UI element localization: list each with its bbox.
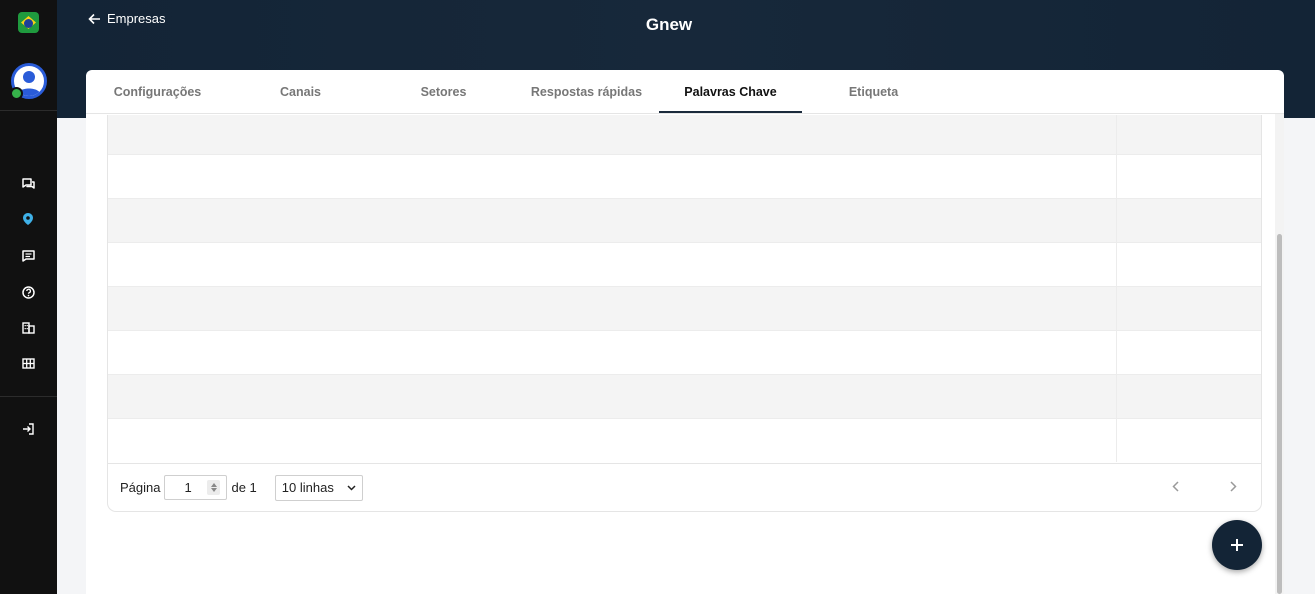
page-title: Gnew: [645, 15, 693, 34]
pin-icon[interactable]: [19, 210, 37, 228]
table-row: [108, 242, 1261, 286]
brazil-flag-icon[interactable]: [18, 12, 39, 33]
tab-setores[interactable]: Setores: [372, 70, 515, 114]
table-row: [108, 330, 1261, 374]
building-icon[interactable]: [19, 319, 37, 337]
page-total-label: de 1: [231, 480, 257, 495]
help-icon[interactable]: [19, 283, 37, 301]
content-card: Configurações Canais Setores Respostas r…: [86, 70, 1284, 594]
table-row: [108, 154, 1261, 198]
table-row: [108, 286, 1261, 330]
sidebar-divider: [0, 396, 57, 397]
table-row: [108, 418, 1261, 462]
page-stepper[interactable]: [207, 480, 221, 495]
page-label: Página: [120, 480, 161, 495]
keywords-table: Página 1 de 1 10 linhas: [107, 115, 1262, 512]
logout-icon[interactable]: [19, 420, 37, 438]
message-icon[interactable]: [19, 247, 37, 265]
next-page-button[interactable]: [1225, 478, 1241, 494]
scrollbar-thumb[interactable]: [1277, 234, 1282, 594]
tab-configuracoes[interactable]: Configurações: [86, 70, 229, 114]
page-navigation: [1167, 478, 1241, 494]
rows-per-page-value: 10 linhas: [281, 480, 334, 495]
tab-palavras-chave[interactable]: Palavras Chave: [659, 70, 802, 114]
tab-bar: Configurações Canais Setores Respostas r…: [86, 70, 1284, 114]
table-row: [108, 374, 1261, 418]
chevron-left-icon: [1171, 480, 1179, 492]
sidebar: [0, 0, 57, 594]
page-number-value: 1: [184, 480, 192, 495]
tab-canais[interactable]: Canais: [229, 70, 372, 114]
chevron-right-icon: [1229, 480, 1237, 492]
previous-page-button[interactable]: [1167, 478, 1183, 494]
online-status-icon: [10, 87, 23, 100]
tab-etiqueta[interactable]: Etiqueta: [802, 70, 945, 114]
rows-per-page-select[interactable]: 10 linhas: [274, 474, 363, 501]
table-row: [108, 115, 1261, 154]
content-scrollbar[interactable]: [1275, 114, 1284, 594]
grid-icon[interactable]: [19, 354, 37, 372]
tab-respostas-rapidas[interactable]: Respostas rápidas: [515, 70, 658, 114]
page-number-input[interactable]: 1: [164, 475, 228, 500]
table-row: [108, 198, 1261, 242]
plus-icon: [1231, 539, 1243, 551]
sidebar-divider: [0, 110, 57, 111]
pagination-bar: Página 1 de 1 10 linhas: [108, 463, 1261, 511]
chat-icon[interactable]: [19, 175, 37, 193]
chevron-down-icon: [347, 484, 356, 491]
add-keyword-button[interactable]: [1212, 520, 1262, 570]
